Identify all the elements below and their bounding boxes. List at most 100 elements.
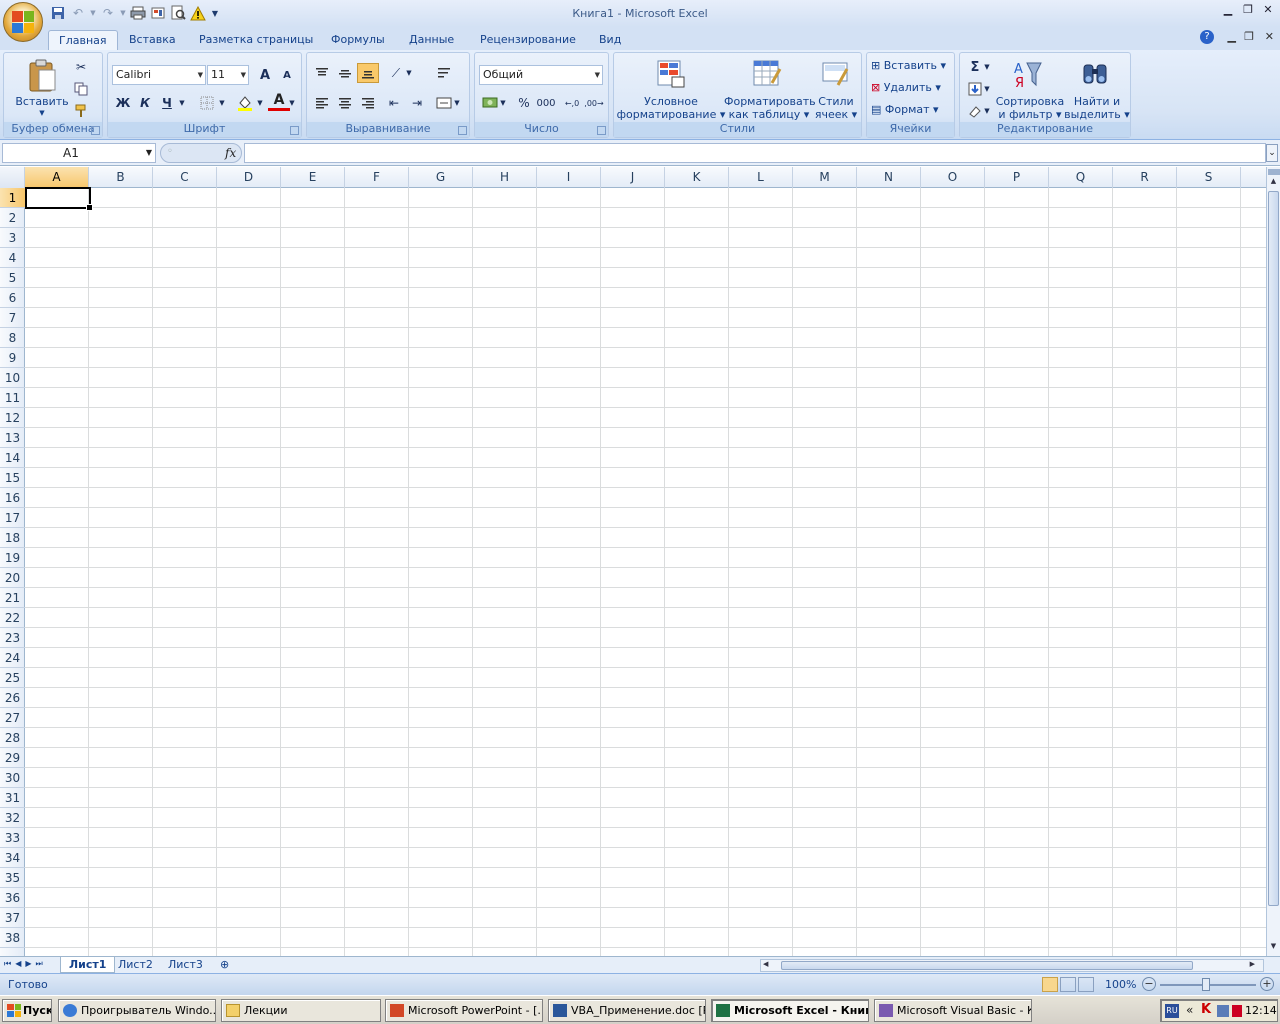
insert-cells-button[interactable]: ⊞ Вставить ▾ (871, 59, 953, 72)
row-header[interactable]: 30 (0, 768, 25, 788)
row-header[interactable]: 35 (0, 868, 25, 888)
select-all-corner[interactable] (0, 167, 25, 188)
tab-page-layout[interactable]: Разметка страницы (189, 30, 323, 50)
row-header[interactable]: 3 (0, 228, 25, 248)
page-layout-view-icon[interactable] (1060, 977, 1076, 992)
column-header[interactable]: H (473, 167, 537, 188)
column-header[interactable]: J (601, 167, 665, 188)
scroll-left-icon[interactable]: ◀ (763, 960, 768, 968)
minimize-icon[interactable]: ▁ (1220, 2, 1236, 16)
row-header[interactable]: 18 (0, 528, 25, 548)
font-name-dropdown-icon[interactable]: ▼ (198, 66, 203, 84)
align-left-icon[interactable] (311, 93, 333, 113)
scroll-down-icon[interactable]: ▼ (1267, 942, 1280, 954)
number-format-combo[interactable]: Общий ▼ (479, 65, 603, 85)
name-box-dropdown-icon[interactable]: ▼ (146, 144, 152, 162)
row-header[interactable]: 24 (0, 648, 25, 668)
normal-view-icon[interactable] (1042, 977, 1058, 992)
font-size-combo[interactable]: 11 ▼ (207, 65, 249, 85)
language-indicator[interactable]: RU (1165, 1004, 1179, 1018)
wb-close-icon[interactable]: ✕ (1265, 30, 1274, 43)
horizontal-scrollbar[interactable]: ◀ ▶ (760, 959, 1264, 972)
taskbar-item-excel[interactable]: Microsoft Excel - Книг... (711, 999, 869, 1022)
bold-button[interactable]: Ж (112, 93, 134, 113)
underline-dropdown-icon[interactable]: ▼ (176, 93, 188, 113)
row-header[interactable]: 32 (0, 808, 25, 828)
align-bottom-icon[interactable] (357, 63, 379, 83)
row-header[interactable]: 8 (0, 328, 25, 348)
clipboard-dialog-launcher-icon[interactable] (91, 126, 100, 135)
zoom-out-icon[interactable]: − (1142, 977, 1156, 991)
row-header[interactable]: 28 (0, 728, 25, 748)
format-painter-icon[interactable] (70, 101, 92, 121)
row-header[interactable]: 22 (0, 608, 25, 628)
column-header[interactable]: B (89, 167, 153, 188)
security-alert-icon[interactable] (1232, 1005, 1242, 1017)
row-header[interactable]: 25 (0, 668, 25, 688)
tab-insert[interactable]: Вставка (119, 30, 186, 50)
merge-dropdown-icon[interactable]: ▼ (451, 93, 463, 113)
alignment-dialog-launcher-icon[interactable] (458, 126, 467, 135)
format-as-table-button[interactable]: Форматировать как таблицу ▾ (724, 95, 816, 121)
format-cells-button[interactable]: ▤ Формат ▾ (871, 103, 953, 116)
row-header[interactable]: 2 (0, 208, 25, 228)
font-dialog-launcher-icon[interactable] (290, 126, 299, 135)
conditional-formatting-icon[interactable] (654, 57, 688, 91)
row-header[interactable]: 26 (0, 688, 25, 708)
align-center-icon[interactable] (334, 93, 356, 113)
sheet-tab-1[interactable]: Лист1 (60, 957, 116, 973)
align-right-icon[interactable] (357, 93, 379, 113)
decrease-indent-icon[interactable]: ⇤ (383, 93, 405, 113)
row-header[interactable]: 21 (0, 588, 25, 608)
row-header[interactable]: 37 (0, 908, 25, 928)
split-box-icon[interactable] (1268, 169, 1280, 175)
formula-expand-handle-icon[interactable]: ◦ (167, 146, 173, 157)
sheet-tab-3[interactable]: Лист3 (160, 957, 211, 973)
row-header[interactable]: 31 (0, 788, 25, 808)
find-select-icon[interactable] (1078, 57, 1112, 91)
orientation-dropdown-icon[interactable]: ▼ (403, 63, 415, 83)
cell-area[interactable] (25, 188, 1266, 956)
sheet-tab-2[interactable]: Лист2 (110, 957, 161, 973)
column-header[interactable]: O (921, 167, 985, 188)
tab-review[interactable]: Рецензирование (470, 30, 586, 50)
tab-home[interactable]: Главная (48, 30, 118, 50)
column-header[interactable]: Q (1049, 167, 1113, 188)
column-header[interactable]: D (217, 167, 281, 188)
percent-button[interactable]: % (513, 93, 535, 113)
cell-styles-icon[interactable] (818, 57, 852, 91)
row-header[interactable]: 34 (0, 848, 25, 868)
decrease-decimal-icon[interactable]: ,00→ (583, 93, 605, 113)
autosum-dropdown-icon[interactable]: ▼ (982, 57, 992, 77)
column-header[interactable]: I (537, 167, 601, 188)
font-color-dropdown-icon[interactable]: ▼ (286, 93, 298, 113)
column-header[interactable]: N (857, 167, 921, 188)
borders-dropdown-icon[interactable]: ▼ (216, 93, 228, 113)
fill-color-icon[interactable] (234, 93, 256, 113)
font-size-dropdown-icon[interactable]: ▼ (241, 66, 246, 84)
paste-icon[interactable] (26, 57, 58, 95)
column-header[interactable]: F (345, 167, 409, 188)
row-header[interactable]: 17 (0, 508, 25, 528)
taskbar-item-media-player[interactable]: Проигрыватель Windo... (58, 999, 216, 1022)
number-dialog-launcher-icon[interactable] (597, 126, 606, 135)
taskbar-item-word[interactable]: VBA_Применение.doc [Р... (548, 999, 706, 1022)
page-break-view-icon[interactable] (1078, 977, 1094, 992)
thousands-button[interactable]: 000 (535, 93, 557, 113)
row-header[interactable]: 6 (0, 288, 25, 308)
delete-cells-button[interactable]: ⊠ Удалить ▾ (871, 81, 953, 94)
row-header[interactable]: 23 (0, 628, 25, 648)
copy-icon[interactable] (70, 79, 92, 99)
sheet-nav-icons[interactable]: ⏮◀▶⏭ (4, 959, 47, 969)
row-header[interactable]: 33 (0, 828, 25, 848)
row-header[interactable]: 20 (0, 568, 25, 588)
name-box[interactable]: A1 ▼ (2, 143, 156, 163)
office-button[interactable] (3, 2, 43, 42)
row-header[interactable]: 5 (0, 268, 25, 288)
row-header[interactable]: 9 (0, 348, 25, 368)
column-header[interactable]: M (793, 167, 857, 188)
align-middle-icon[interactable] (334, 63, 356, 83)
vertical-scroll-thumb[interactable] (1268, 191, 1279, 906)
column-header[interactable]: L (729, 167, 793, 188)
tab-formulas[interactable]: Формулы (321, 30, 395, 50)
